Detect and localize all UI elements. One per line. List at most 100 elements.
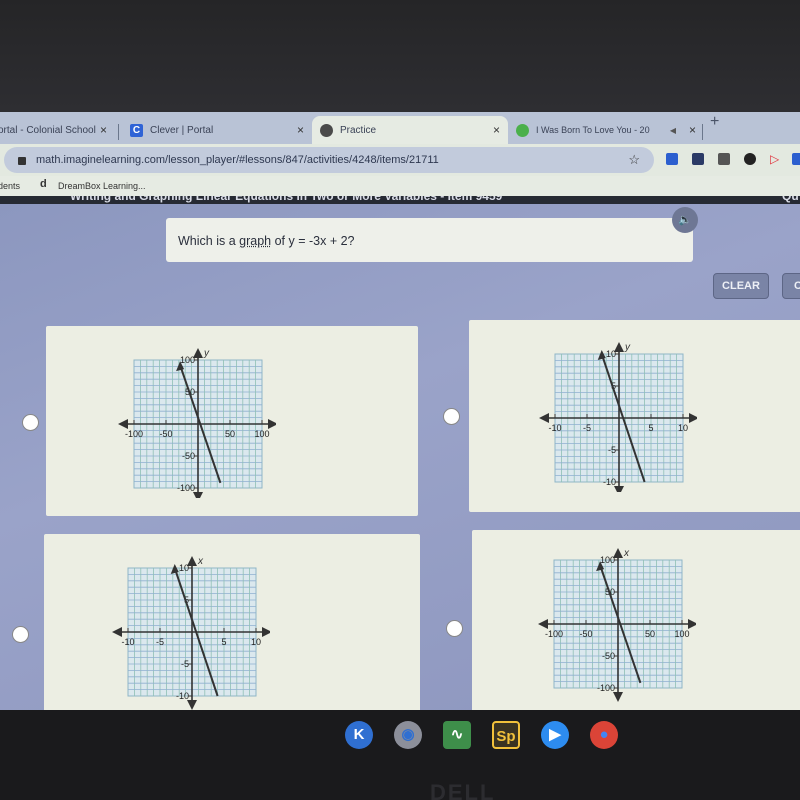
choice-a-graph: xy-100100-505050-50100-100 <box>118 348 276 498</box>
camera-app-icon[interactable]: ◉ <box>394 721 422 749</box>
lesson-header: Writing and Graphing Linear Equations in… <box>0 196 800 204</box>
y-axis-label: x <box>623 548 630 559</box>
choice-a-radio[interactable] <box>22 414 39 431</box>
bookmark-dreambox[interactable]: DreamBox Learning... <box>58 181 146 191</box>
monitor-brand-logo: DELL <box>430 780 496 800</box>
x-axis-arrow-right <box>268 419 276 429</box>
x-tick-label: 100 <box>674 629 689 639</box>
browser-toolbar: math.imaginelearning.com/lesson_player/#… <box>0 144 800 176</box>
choice-b-card[interactable]: xy-1010-555-510-10 <box>469 320 800 512</box>
y-tick-label: -10 <box>176 691 189 701</box>
close-icon[interactable]: × <box>297 123 304 137</box>
spark-app-icon[interactable]: Sp <box>492 721 520 749</box>
y-tick-label: -100 <box>597 683 615 693</box>
choice-c-card[interactable]: yx-1010-555-510-10 <box>44 534 420 714</box>
tab-clever-portal[interactable]: C Clever | Portal × <box>122 116 312 144</box>
x-tick-label: -5 <box>156 637 164 647</box>
tab-label: Practice <box>340 124 377 136</box>
x-tick-label: -50 <box>159 429 172 439</box>
tab-colonial-school[interactable]: ortal - Colonial School × <box>0 116 115 144</box>
y-tick-label: 10 <box>606 349 616 359</box>
choice-d-radio[interactable] <box>446 620 463 637</box>
check-button[interactable]: CH <box>782 273 800 299</box>
choice-b-graph: xy-1010-555-510-10 <box>539 342 697 492</box>
monitor-bezel <box>0 0 800 112</box>
speaker-icon: 🔈 <box>678 214 692 226</box>
glossary-link[interactable]: graph <box>239 234 271 248</box>
y-axis-label: y <box>203 348 210 359</box>
y-axis-arrow-down <box>187 700 197 710</box>
bookmark-star-icon[interactable]: ☆ <box>628 152 640 168</box>
close-icon[interactable]: × <box>689 123 696 137</box>
x-tick-label: 50 <box>645 629 655 639</box>
y-axis-label: y <box>624 342 631 353</box>
y-tick-label: -50 <box>602 651 615 661</box>
choice-c-graph: yx-1010-555-510-10 <box>112 556 270 710</box>
x-tick-label: 5 <box>648 423 653 433</box>
music-icon <box>516 123 529 137</box>
close-icon[interactable]: × <box>100 123 107 137</box>
tab-practice[interactable]: Practice × <box>312 116 508 144</box>
choice-b-radio[interactable] <box>443 408 460 425</box>
audio-button[interactable]: 🔈 <box>672 207 698 233</box>
zoom-app-icon[interactable]: ▶ <box>541 721 569 749</box>
tab-label: I Was Born To Love You - 20 <box>536 125 650 135</box>
os-shelf: K ◉ ∿ Sp ▶ ● <box>0 710 800 800</box>
x-tick-label: -100 <box>125 429 143 439</box>
tab-music[interactable]: I Was Born To Love You - 20 ◀ × <box>508 116 704 144</box>
tab-separator <box>702 124 703 140</box>
x-tick-label: -10 <box>121 637 134 647</box>
choice-a-card[interactable]: xy-100100-505050-50100-100 <box>46 326 418 516</box>
x-tick-label: 10 <box>678 423 688 433</box>
chrome-app-icon[interactable]: ● <box>590 721 618 749</box>
x-axis-arrow-left <box>539 413 549 423</box>
y-tick-label: -5 <box>608 445 616 455</box>
close-icon[interactable]: × <box>493 123 500 137</box>
question-prompt: Which is a graph of y = -3x + 2? <box>166 218 693 262</box>
x-axis-arrow-right <box>688 619 696 629</box>
bookmark-students[interactable]: dents <box>0 181 20 191</box>
address-bar[interactable]: math.imaginelearning.com/lesson_player/#… <box>4 147 654 173</box>
audio-playing-icon[interactable]: ◀ <box>670 126 676 135</box>
x-tick-label: 10 <box>251 637 261 647</box>
x-tick-label: -50 <box>579 629 592 639</box>
y-axis-arrow-down <box>613 692 623 702</box>
clever-icon: C <box>130 123 143 137</box>
x-tick-label: 5 <box>221 637 226 647</box>
new-tab-button[interactable]: + <box>710 113 719 131</box>
y-tick-label: -100 <box>177 483 195 493</box>
k-app-icon[interactable]: K <box>345 721 373 749</box>
x-axis-arrow-left <box>112 627 122 637</box>
tab-label: Clever | Portal <box>150 124 214 136</box>
extension-doc-icon[interactable] <box>692 153 704 165</box>
lesson-title: Writing and Graphing Linear Equations in… <box>70 196 503 203</box>
y-tick-label: -10 <box>603 477 616 487</box>
x-tick-label: 50 <box>225 429 235 439</box>
x-tick-label: -10 <box>548 423 561 433</box>
tab-strip: ortal - Colonial School × C Clever | Por… <box>0 112 800 144</box>
x-axis-arrow-right <box>689 413 697 423</box>
header-right-label: Qu <box>782 196 799 203</box>
lesson-content: Which is a graph of y = -3x + 2? 🔈 CLEAR… <box>0 204 800 714</box>
choice-c-radio[interactable] <box>12 626 29 643</box>
question-equation: of y = -3x + 2? <box>271 234 355 248</box>
extension-translate-icon[interactable] <box>666 153 678 165</box>
extension-record-icon[interactable] <box>744 153 756 165</box>
extension-play-icon[interactable]: ▷ <box>770 153 782 165</box>
extension-grid-icon[interactable] <box>718 153 730 165</box>
dreambox-icon: d <box>40 178 47 190</box>
desmos-app-icon[interactable]: ∿ <box>443 721 471 749</box>
x-tick-label: 100 <box>254 429 269 439</box>
screen: ortal - Colonial School × C Clever | Por… <box>0 0 800 800</box>
y-tick-label: 100 <box>600 555 615 565</box>
choice-d-card[interactable]: yx-100100-505050-50100-100 <box>472 530 800 714</box>
tab-label: ortal - Colonial School <box>0 124 96 136</box>
x-axis-arrow-left <box>118 419 128 429</box>
y-tick-label: 10 <box>179 563 189 573</box>
choice-d-graph: yx-100100-505050-50100-100 <box>538 548 696 702</box>
clear-button[interactable]: CLEAR <box>713 273 769 299</box>
tab-separator <box>118 124 119 140</box>
extension-more-icon[interactable] <box>792 153 800 165</box>
x-axis-arrow-right <box>262 627 270 637</box>
url-text: math.imaginelearning.com/lesson_player/#… <box>36 154 439 166</box>
